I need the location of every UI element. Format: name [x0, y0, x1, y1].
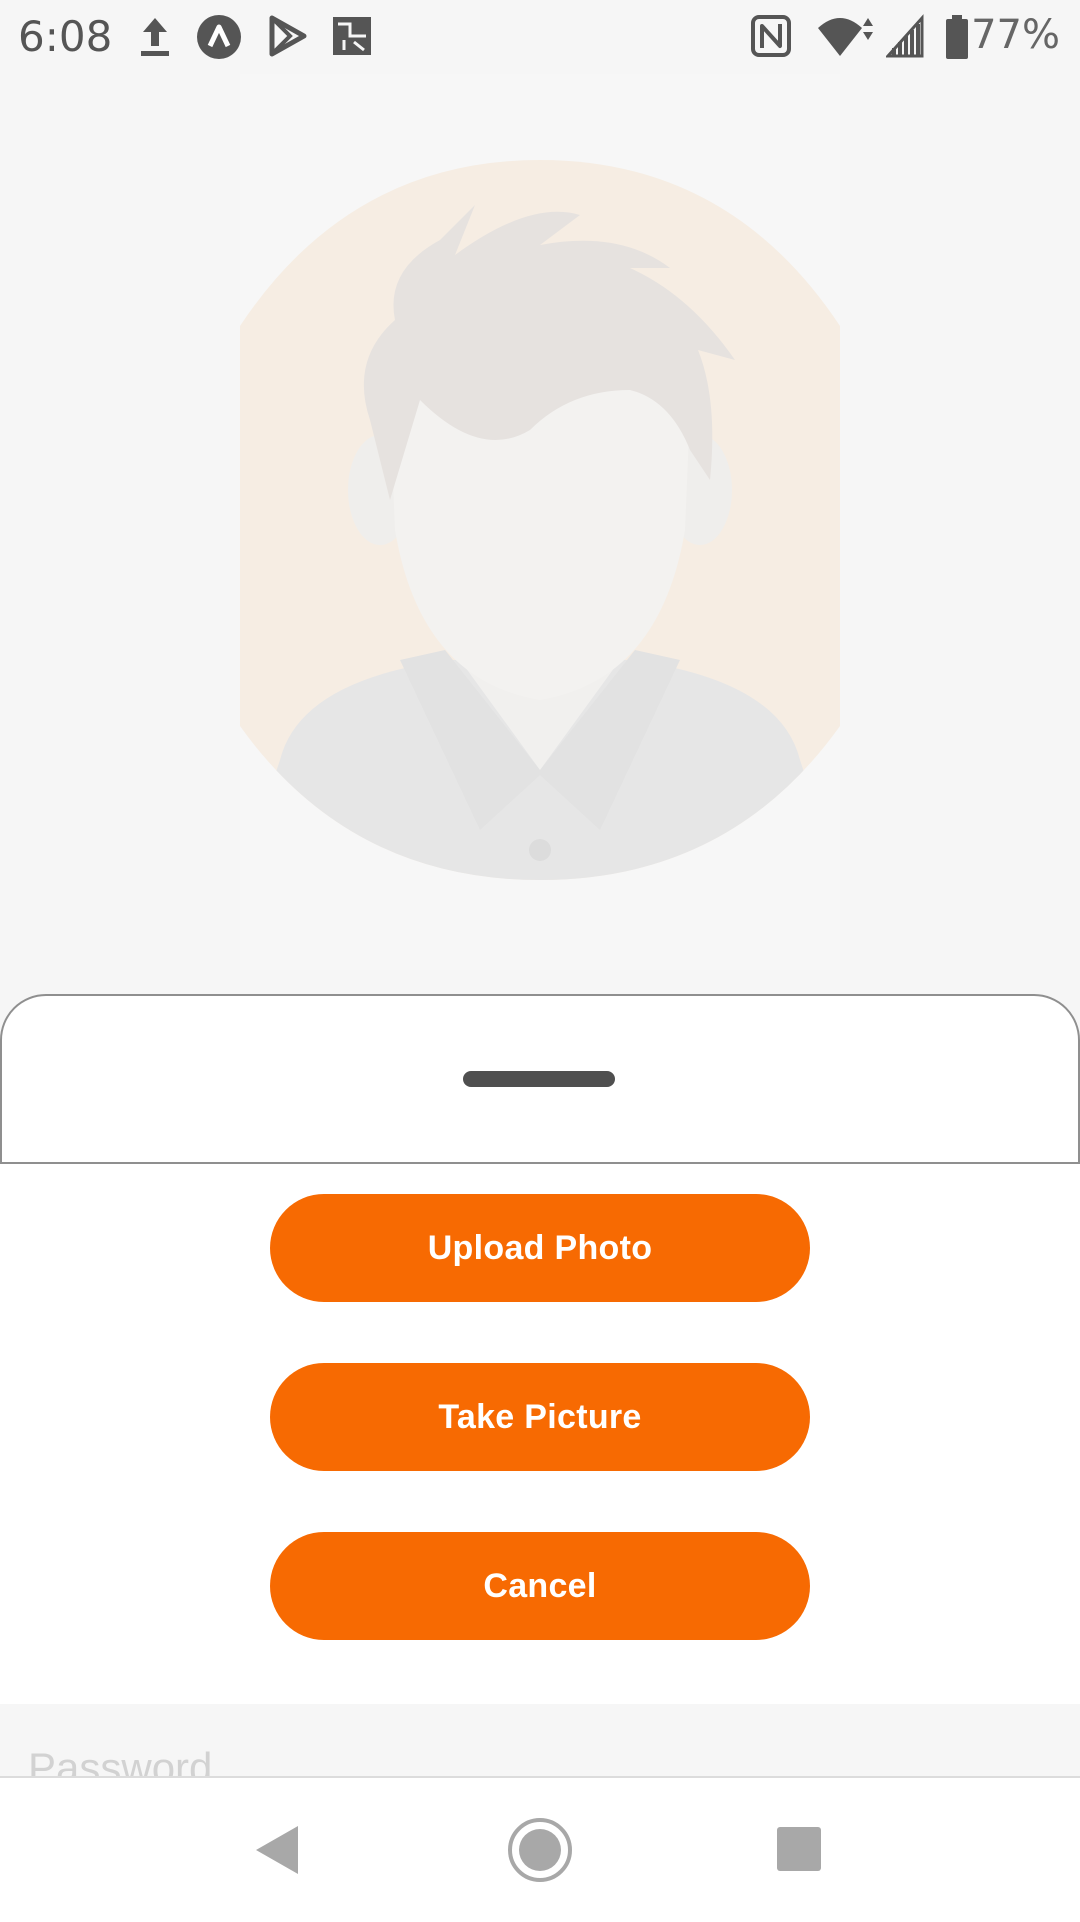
navigation-bar [0, 1776, 1080, 1922]
cell-signal-icon [886, 14, 924, 58]
wifi-icon [818, 18, 873, 56]
battery-icon [946, 15, 968, 59]
back-icon[interactable] [252, 1822, 302, 1878]
avatar-placeholder-icon[interactable] [240, 160, 840, 880]
upload-photo-button[interactable]: Upload Photo [270, 1194, 810, 1302]
sheet-drag-handle[interactable] [463, 1071, 615, 1087]
battery-percent: 77% [971, 12, 1060, 58]
upload-icon [141, 18, 169, 56]
play-store-icon [269, 15, 307, 57]
take-picture-button[interactable]: Take Picture [270, 1363, 810, 1471]
app-a-icon [197, 15, 241, 59]
nfc-icon [751, 15, 791, 57]
status-bar: 6:08 77% [0, 0, 1080, 74]
cancel-button[interactable]: Cancel [270, 1532, 810, 1640]
photo-app-icon [333, 17, 371, 55]
status-time: 6:08 [18, 12, 113, 61]
recents-icon[interactable] [776, 1826, 822, 1872]
password-field-area: Password [0, 1704, 1080, 1776]
password-input[interactable]: Password [28, 1744, 212, 1776]
home-icon[interactable] [506, 1816, 574, 1884]
